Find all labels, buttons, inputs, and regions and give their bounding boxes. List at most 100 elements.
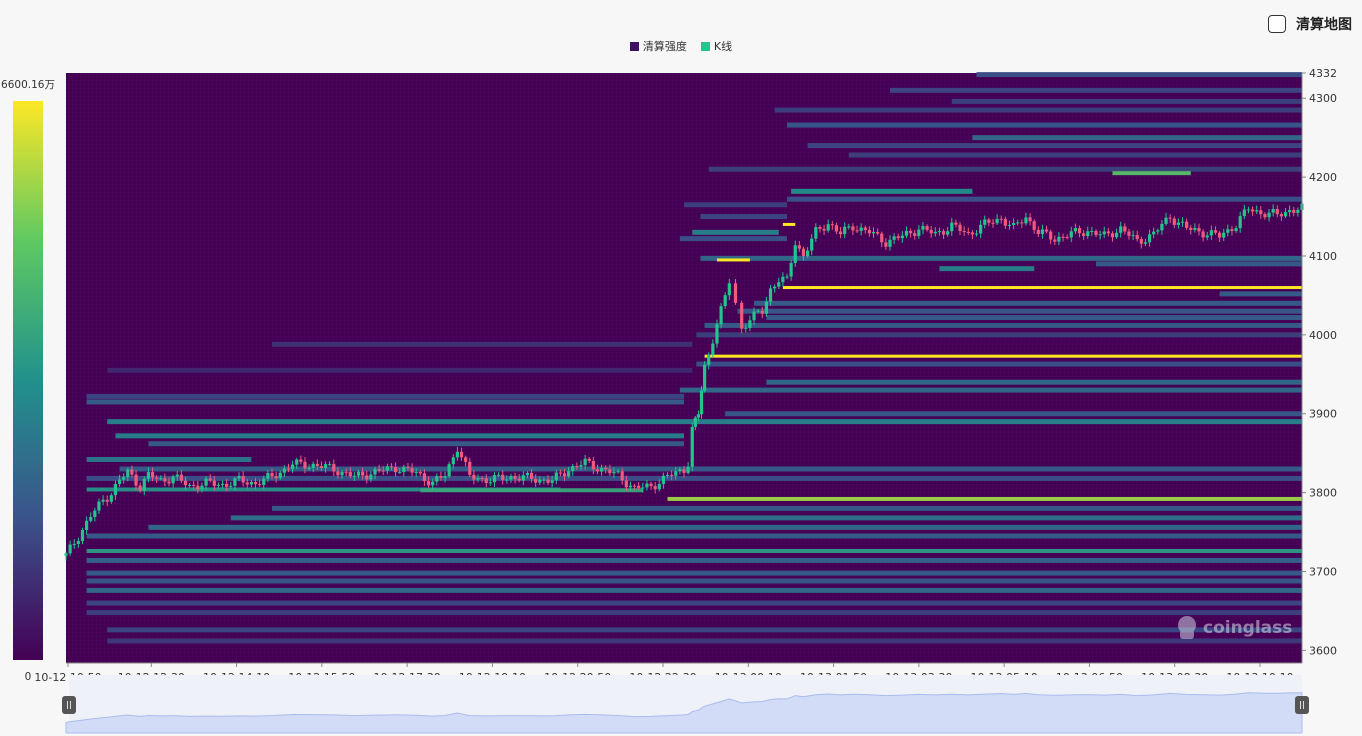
candle-body [241, 476, 245, 483]
candle-body [262, 478, 266, 485]
y-tick-label: 4300 [1309, 92, 1337, 105]
heat-band [86, 570, 1303, 576]
colorbar-min-label: 0 [25, 671, 32, 683]
heat-band [787, 122, 1302, 128]
candle-body [1176, 222, 1180, 225]
candle-body [97, 501, 101, 511]
candle-body [999, 218, 1003, 220]
candle-body [941, 231, 946, 235]
heat-band [766, 379, 1302, 385]
candle-body [68, 544, 72, 554]
candle-body [204, 478, 208, 486]
candle-body [431, 481, 435, 486]
candle-body [1106, 231, 1110, 234]
slider-left-handle[interactable] [62, 696, 76, 714]
candle-body [134, 474, 138, 486]
candle-body [657, 484, 661, 490]
candle-body [340, 471, 344, 476]
candle-body [455, 451, 459, 458]
candle-body [715, 324, 719, 344]
candle-body [1259, 210, 1263, 215]
candle-body [323, 464, 328, 468]
candle-body [1127, 231, 1131, 236]
candle-body [773, 286, 777, 289]
candle-body [1053, 239, 1057, 242]
heat-band [1112, 171, 1191, 176]
candle-body [855, 230, 859, 232]
candle-body [723, 295, 727, 307]
candle-body [534, 478, 538, 483]
candle-body [1007, 225, 1012, 227]
candle-body [418, 471, 422, 474]
heat-band [86, 587, 1303, 593]
candle-body [369, 474, 373, 480]
candle-body [987, 219, 991, 223]
candle-body [979, 224, 983, 234]
candle-body [394, 467, 398, 473]
liquidation-heatmap-chart[interactable]: 6600.16万 0 4332 4300 4200 4100 4000 3900 3800 3… [0, 0, 1362, 736]
candle-body [484, 478, 488, 484]
heat-band [972, 135, 1302, 141]
candle-body [315, 463, 319, 467]
slider-right-handle[interactable] [1295, 696, 1309, 714]
candle-body [348, 471, 352, 477]
candle-body [1152, 231, 1156, 235]
candle-body [1147, 234, 1152, 243]
candle-body [319, 466, 324, 468]
candle-body [983, 219, 987, 225]
candle-body [748, 320, 752, 328]
heat-band [86, 578, 1303, 584]
candle-body [777, 282, 781, 287]
candle-body [954, 222, 958, 225]
candle-body [381, 470, 385, 472]
candle-body [89, 516, 93, 521]
heat-band [848, 152, 1302, 158]
heat-band [86, 548, 1303, 553]
heat-band [704, 354, 1302, 358]
heat-band [107, 419, 1303, 425]
candle-body [810, 238, 814, 251]
candle-body [439, 476, 443, 478]
candle-body [274, 476, 278, 479]
candle-body [109, 495, 113, 502]
candle-body [142, 478, 146, 491]
y-tick-label: 4100 [1309, 250, 1337, 263]
candle-body [876, 231, 880, 234]
candle-body [896, 236, 900, 239]
candle-body [1180, 221, 1185, 223]
heat-band [679, 387, 1302, 393]
candle-body [595, 469, 600, 472]
candle-body [1086, 231, 1090, 237]
colorbar [13, 101, 43, 660]
candle-body [1073, 228, 1077, 232]
candle-body [426, 481, 431, 486]
candle-body [237, 476, 241, 479]
coinglass-logo-icon [1178, 616, 1196, 639]
candle-body [1189, 227, 1193, 230]
candle-body [579, 465, 583, 467]
candle-body [904, 230, 909, 236]
candle-body [591, 460, 595, 470]
heat-band [420, 488, 643, 493]
candle-body [113, 484, 118, 496]
candle-body [509, 476, 513, 480]
candle-body [278, 472, 282, 479]
candle-body [117, 479, 122, 485]
candle-body [1110, 233, 1115, 238]
candle-body [871, 231, 876, 234]
candle-body [830, 224, 834, 226]
candle-body [1172, 218, 1176, 225]
candle-body [291, 464, 295, 469]
candle-body [468, 461, 472, 475]
candle-body [192, 484, 196, 486]
candle-body [1246, 209, 1251, 211]
candle-body [1098, 234, 1102, 236]
heat-band [272, 505, 1302, 511]
candle-body [583, 458, 587, 466]
candle-body [1160, 223, 1164, 231]
time-range-slider[interactable] [65, 675, 1303, 734]
candle-body [373, 469, 377, 475]
candle-body [575, 466, 579, 468]
candle-body [299, 459, 303, 462]
candle-body [1275, 208, 1279, 215]
